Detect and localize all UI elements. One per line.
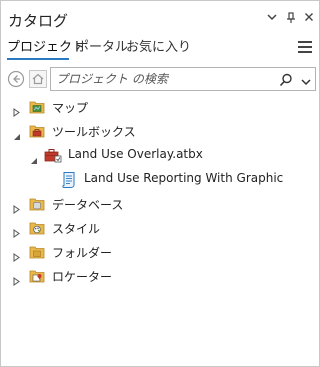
toolbox-icon	[44, 147, 62, 163]
expand-arrow-icon[interactable]	[12, 102, 21, 117]
tree-item-locators[interactable]: ロケーター	[1, 266, 319, 286]
close-icon[interactable]	[302, 12, 316, 26]
expand-arrow-icon[interactable]	[12, 223, 21, 238]
back-button[interactable]	[7, 70, 25, 88]
catalog-pane: カタログ プロジェクト ポータル お気に入り プロジェクト の検索 マップ ツー…	[0, 0, 320, 367]
tree-item-label: スタイル	[52, 222, 101, 236]
search-icon[interactable]	[279, 72, 293, 87]
chevron-down-icon[interactable]	[300, 73, 312, 86]
script-tool-icon	[61, 171, 77, 188]
tree-item-script-tool[interactable]: Land Use Reporting With Graphic	[1, 169, 319, 189]
tree-item-label: Land Use Reporting With Graphic	[84, 171, 284, 185]
tree-item-label: ツールボックス	[52, 125, 136, 139]
tree-item-label: Land Use Overlay.atbx	[68, 147, 203, 161]
locators-folder-icon	[29, 268, 45, 284]
pane-title: カタログ	[8, 12, 69, 30]
folder-icon	[29, 244, 45, 260]
tree-item-label: マップ	[52, 101, 89, 115]
active-tab-indicator	[7, 58, 69, 60]
styles-folder-icon	[29, 220, 45, 236]
expand-arrow-icon[interactable]	[12, 247, 21, 262]
collapse-arrow-icon[interactable]	[12, 126, 21, 140]
database-folder-icon	[29, 196, 45, 212]
search-row	[1, 67, 319, 91]
tree-item-label: データベース	[52, 198, 124, 212]
tree-item-maps[interactable]: マップ	[1, 97, 319, 117]
tree-item-label: ロケーター	[52, 270, 113, 284]
chevron-down-icon[interactable]	[265, 12, 279, 26]
search-input[interactable]	[56, 71, 266, 87]
toolbox-folder-icon	[29, 123, 45, 139]
tree-item-databases[interactable]: データベース	[1, 194, 319, 214]
expand-arrow-icon[interactable]	[12, 271, 21, 286]
expand-arrow-icon[interactable]	[12, 199, 21, 214]
tree-item-folders[interactable]: フォルダー	[1, 242, 319, 262]
search-box	[50, 67, 316, 91]
home-button[interactable]	[29, 70, 47, 88]
pin-icon[interactable]	[284, 12, 298, 26]
maps-folder-icon	[29, 99, 45, 115]
catalog-tabs: プロジェクト ポータル お気に入り	[1, 36, 319, 58]
pane-title-bar: カタログ	[1, 1, 319, 35]
menu-icon[interactable]	[298, 41, 312, 54]
tree-item-styles[interactable]: スタイル	[1, 218, 319, 238]
tree-item-label: フォルダー	[52, 246, 113, 260]
tree-item-toolboxes[interactable]: ツールボックス	[1, 121, 319, 141]
collapse-arrow-icon[interactable]	[29, 150, 38, 164]
tab-favorites[interactable]: お気に入り	[126, 36, 191, 55]
tree-item-toolbox-land-use-overlay[interactable]: Land Use Overlay.atbx	[1, 145, 319, 165]
tab-project[interactable]: プロジェクト	[7, 36, 85, 55]
tab-portal[interactable]: ポータル	[76, 36, 128, 55]
